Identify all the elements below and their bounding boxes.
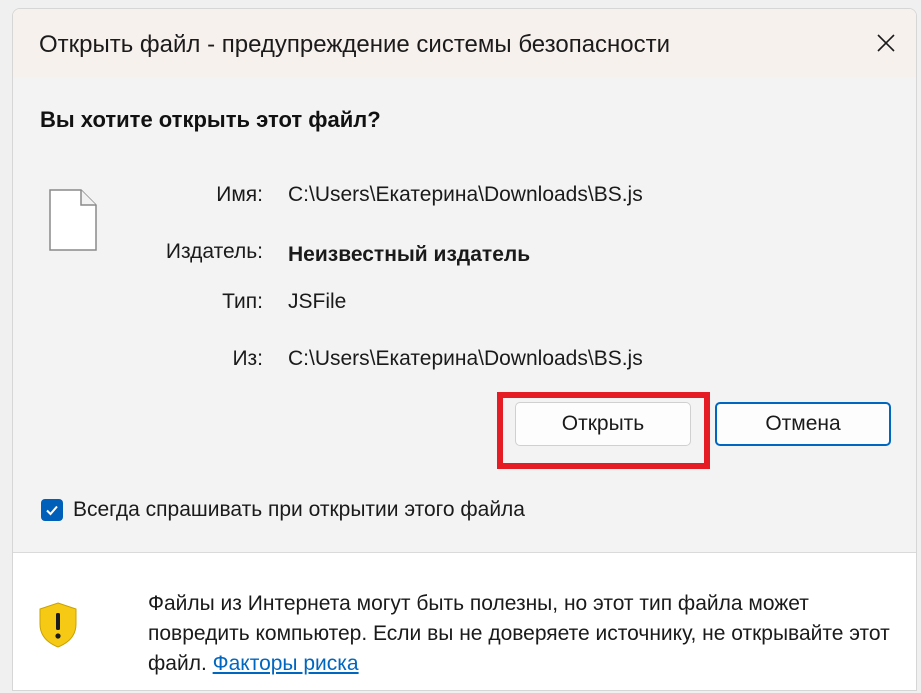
always-ask-label[interactable]: Всегда спрашивать при открытии этого фай…: [73, 498, 525, 522]
from-value: C:\Users\Екатерина\Downloads\BS.js: [288, 347, 643, 370]
name-label: Имя:: [216, 183, 263, 206]
dialog-question: Вы хотите открыть этот файл?: [40, 107, 381, 132]
checkmark-icon: [46, 505, 58, 516]
type-value: JSFile: [288, 290, 347, 313]
window-title: Открыть файл - предупреждение системы бе…: [39, 31, 671, 58]
close-button[interactable]: [856, 9, 916, 77]
dialog-content: Вы хотите открыть этот файл? Имя: C:\Use…: [13, 77, 916, 552]
security-warning-dialog: Открыть файл - предупреждение системы бе…: [12, 8, 917, 691]
close-icon: [877, 34, 895, 52]
from-label: Из:: [232, 347, 263, 370]
always-ask-checkbox[interactable]: [41, 499, 63, 521]
warning-footer: Файлы из Интернета могут быть полезны, н…: [13, 553, 916, 690]
publisher-value: Неизвестный издатель: [288, 243, 531, 266]
publisher-label: Издатель:: [165, 240, 263, 263]
highlight-box: [497, 392, 710, 469]
cancel-button[interactable]: Отмена: [715, 402, 891, 446]
title-bar: Открыть файл - предупреждение системы бе…: [13, 9, 916, 77]
shield-warning-icon: [39, 602, 77, 648]
name-value: C:\Users\Екатерина\Downloads\BS.js: [288, 183, 643, 206]
warning-message: Файлы из Интернета могут быть полезны, н…: [148, 589, 908, 679]
type-label: Тип:: [222, 290, 263, 313]
risk-factors-link[interactable]: Факторы риска: [213, 652, 359, 675]
